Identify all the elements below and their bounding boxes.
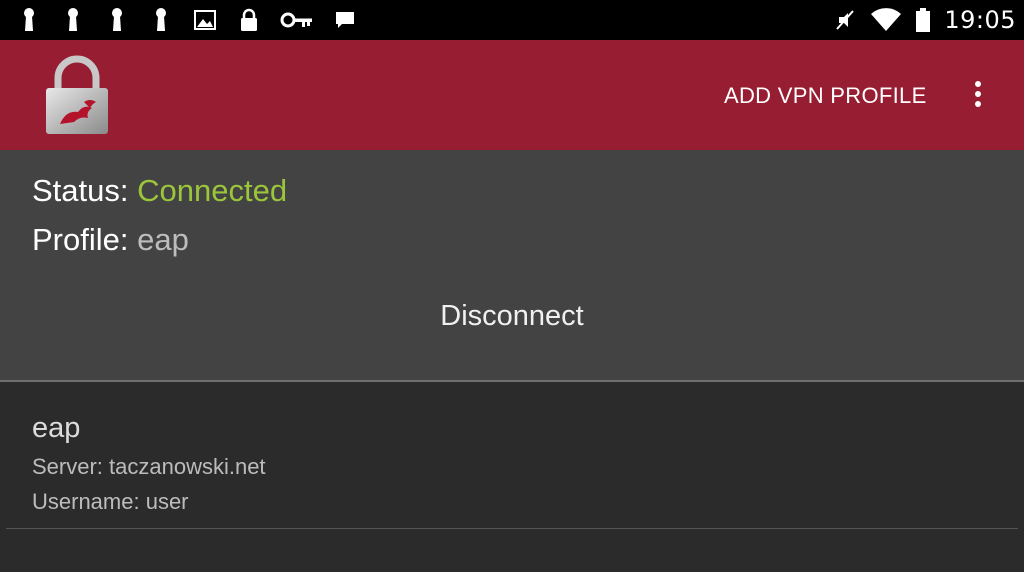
status-label: Status: (32, 173, 129, 208)
status-bar-system: 19:05 (832, 4, 1016, 36)
overflow-menu-icon[interactable] (964, 78, 992, 112)
profile-label: Profile: (32, 222, 129, 257)
muted-icon (836, 10, 855, 30)
status-row: Status: Connected (32, 173, 287, 209)
app-logo-icon (46, 55, 108, 134)
vpn-status-panel: Status: Connected Profile: eap Disconnec… (0, 150, 1024, 380)
profile-server: Server: taczanowski.net (32, 454, 266, 479)
divider (6, 528, 1018, 529)
notification-lock-icon (68, 8, 78, 31)
notification-lock-icon (156, 8, 166, 31)
add-vpn-profile-button[interactable]: ADD VPN PROFILE (724, 83, 927, 109)
clock: 19:05 (944, 6, 1016, 34)
profile-username: Username: user (32, 489, 189, 514)
action-bar: ADD VPN PROFILE (0, 40, 1024, 150)
image-icon (194, 10, 216, 30)
status-bar-notifications (16, 6, 358, 34)
status-value: Connected (137, 173, 288, 208)
disconnect-button[interactable]: Disconnect (0, 300, 1024, 333)
profile-name: eap (32, 412, 81, 444)
lock-icon (241, 8, 257, 31)
notification-lock-icon (24, 8, 34, 31)
list-item[interactable]: eap Server: taczanowski.net Username: us… (0, 382, 1024, 528)
wifi-icon (871, 8, 902, 31)
notification-lock-icon (112, 8, 122, 31)
status-bar: 19:05 (0, 0, 1024, 40)
profile-value: eap (137, 222, 189, 257)
key-icon (280, 12, 312, 28)
message-icon (336, 12, 354, 28)
profile-row: Profile: eap (32, 222, 189, 258)
battery-icon (916, 8, 931, 32)
